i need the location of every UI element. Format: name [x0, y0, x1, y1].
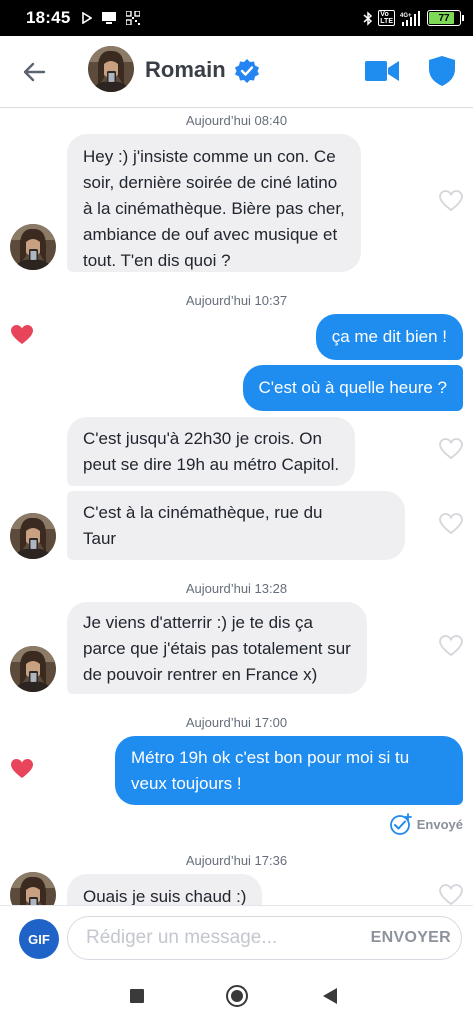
message-bubble-outgoing[interactable]: Métro 19h ok c'est bon pour moi si tu ve…	[115, 736, 463, 805]
back-arrow-icon	[23, 62, 46, 82]
message-bubble-incoming[interactable]: C'est jusqu'à 22h30 je crois. On peut se…	[67, 417, 356, 486]
avatar[interactable]	[88, 46, 134, 92]
recents-square-icon[interactable]	[130, 989, 144, 1003]
send-button[interactable]: ENVOYER	[371, 929, 451, 947]
timestamp: Aujourd’hui 17:00	[185, 715, 288, 730]
message-line: C'est à la cinémathèque, rue du	[83, 503, 323, 522]
status-notification-icons	[82, 11, 141, 25]
play-store-icon	[82, 12, 93, 24]
avatar-photo	[10, 513, 56, 559]
avatar-photo	[10, 646, 56, 692]
message-line: Métro 19h ok c'est bon pour moi si tu	[131, 748, 410, 767]
heart-outline-icon[interactable]	[439, 884, 463, 906]
timestamp: Aujourd’hui 10:37	[185, 293, 288, 308]
message-line: Hey :) j'insiste comme un con. Ce	[83, 147, 336, 166]
message-line: Taur	[83, 529, 117, 548]
avatar[interactable]	[10, 224, 56, 270]
notification-icon	[102, 12, 117, 24]
message-bubble-incoming[interactable]: Hey :) j'insiste comme un con. Ce soir, …	[67, 134, 361, 272]
system-nav-bar	[0, 969, 473, 1024]
message-line: soir, dernière soirée de ciné latino	[83, 173, 338, 192]
timestamp: Aujourd’hui 17:36	[185, 853, 288, 868]
message-line: tout. T'en dis quoi ?	[83, 251, 231, 270]
home-circle-icon[interactable]	[226, 985, 248, 1007]
message-bubble-incoming[interactable]: Je viens d'atterrir :) je te dis ça parc…	[67, 602, 367, 694]
video-camera-icon[interactable]	[364, 58, 400, 84]
avatar[interactable]	[10, 646, 56, 692]
shield-icon[interactable]	[428, 55, 456, 87]
bluetooth-icon	[363, 10, 373, 26]
sent-check-icon	[389, 813, 412, 835]
contact-name[interactable]: Romain	[145, 57, 226, 83]
message-line: peut se dire 19h au métro Capitol.	[83, 455, 340, 474]
volte-icon: Vo LTE	[378, 10, 395, 26]
avatar-photo	[88, 46, 134, 92]
message-line: veux toujours !	[131, 774, 242, 793]
timestamp: Aujourd’hui 08:40	[185, 113, 288, 128]
status-system-icons: Vo LTE 4G+ 77	[363, 10, 464, 26]
message-line: ça me dit bien !	[331, 327, 447, 346]
heart-outline-icon[interactable]	[439, 438, 463, 460]
battery-icon: 77	[427, 10, 464, 26]
heart-outline-icon[interactable]	[439, 190, 463, 212]
heart-outline-icon[interactable]	[439, 513, 463, 535]
message-line: Je viens d'atterrir :) je te dis ça	[83, 613, 313, 632]
heart-filled-icon[interactable]	[10, 758, 34, 780]
message-bubble-outgoing[interactable]: ça me dit bien !	[315, 314, 463, 360]
message-line: de pouvoir rentrer en France x)	[83, 665, 318, 684]
back-button[interactable]	[20, 58, 48, 86]
qr-code-icon	[126, 11, 141, 25]
timestamp: Aujourd’hui 13:28	[185, 581, 288, 596]
chat-screen: 18:45 Vo LTE 4G+ 77 Romain Aujourd’hui 0…	[0, 0, 473, 1024]
sent-status-label: Envoyé	[416, 816, 463, 832]
message-input[interactable]	[86, 927, 346, 949]
message-bubble-outgoing[interactable]: C'est où à quelle heure ?	[242, 365, 463, 411]
message-bubble-incoming[interactable]: C'est à la cinémathèque, rue du Taur	[67, 491, 405, 560]
heart-filled-icon[interactable]	[10, 324, 34, 346]
battery-level: 77	[438, 12, 450, 24]
message-line: parce que j'étais pas totalement sur	[83, 639, 351, 658]
avatar-photo	[10, 224, 56, 270]
message-line: à la cinémathèque. Bière pas cher,	[83, 199, 345, 218]
message-line: C'est jusqu'à 22h30 je crois. On	[83, 429, 322, 448]
avatar[interactable]	[10, 513, 56, 559]
status-bar: 18:45 Vo LTE 4G+ 77	[0, 0, 473, 36]
heart-outline-icon[interactable]	[439, 635, 463, 657]
4g-signal-icon: 4G+	[400, 10, 420, 26]
gif-button[interactable]: GIF	[19, 919, 59, 959]
sent-status: Envoyé	[389, 813, 463, 835]
status-time: 18:45	[26, 8, 71, 27]
back-triangle-icon[interactable]	[323, 988, 337, 1004]
message-input-box[interactable]: ENVOYER	[67, 916, 462, 960]
chat-header: Romain	[0, 36, 473, 108]
message-line: C'est où à quelle heure ?	[258, 378, 448, 397]
message-composer: GIF ENVOYER	[0, 905, 473, 969]
message-line: ambiance de ouf avec musique et	[83, 225, 338, 244]
verified-badge-icon	[235, 59, 259, 83]
